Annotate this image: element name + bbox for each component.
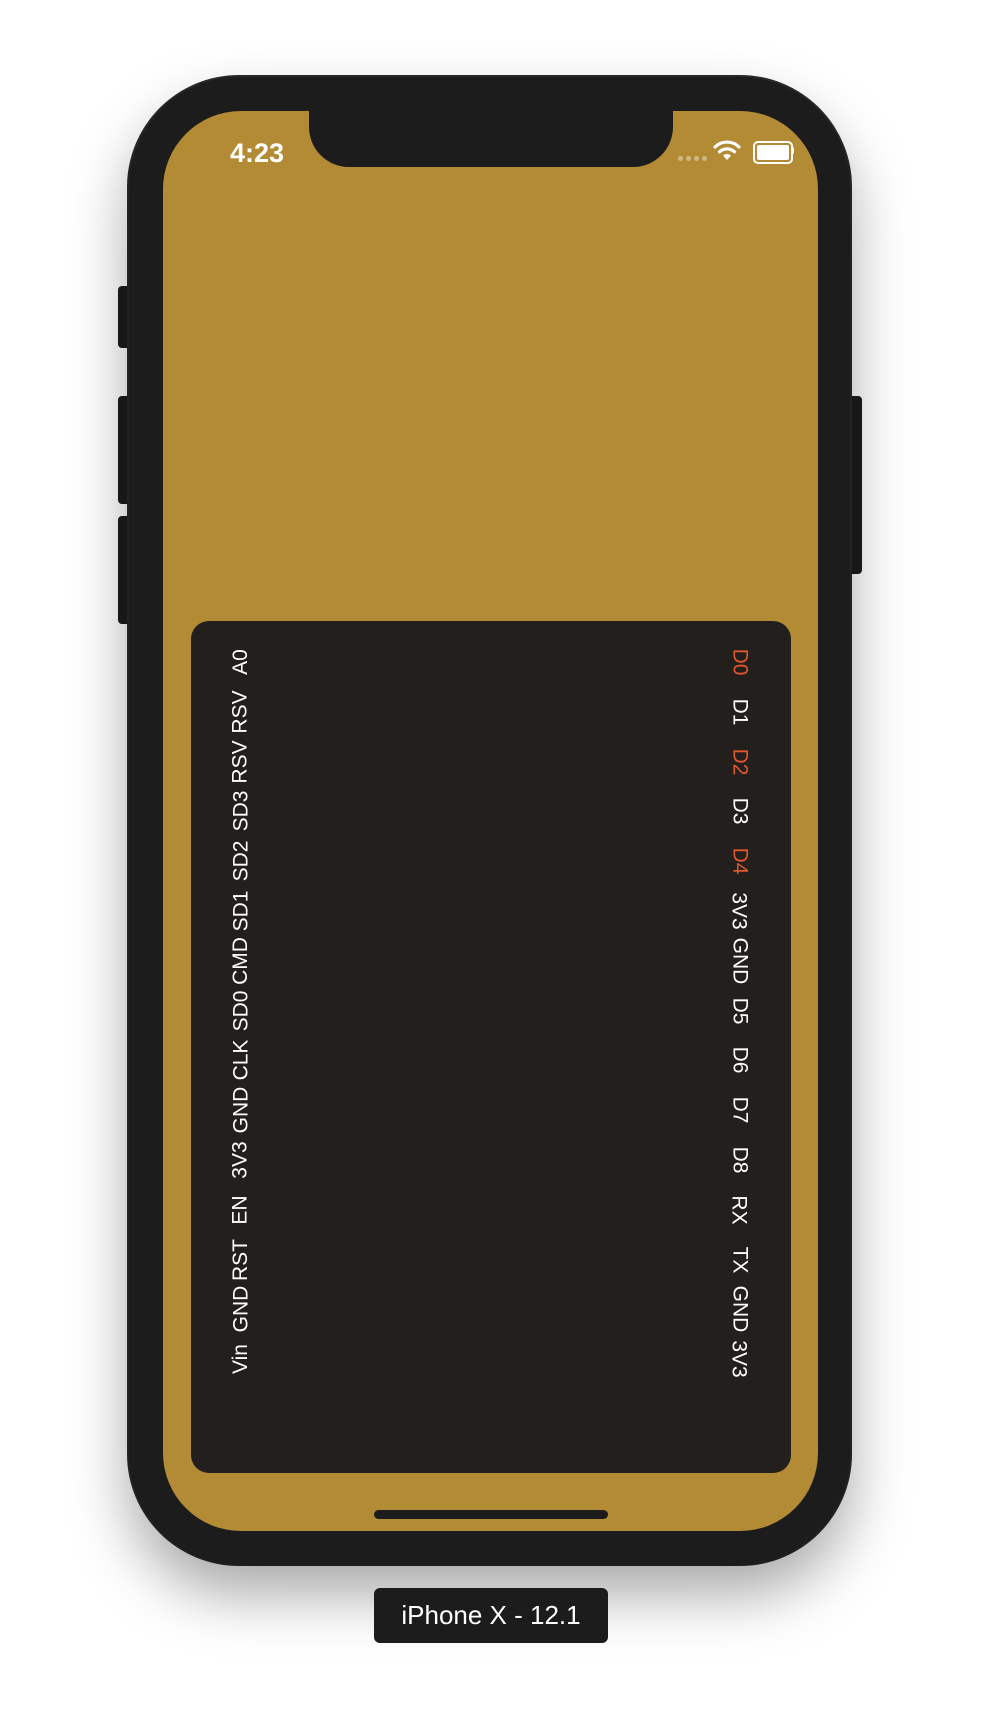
right-pin-header: D0 D1 D2 D3 D4 3V3 GND D5 D6 D7 D8 RX TX GND 3V3 (709, 621, 769, 1473)
right-pin-label: D0 (727, 648, 751, 676)
left-pin[interactable]: CLK (211, 1033, 271, 1087)
simulator-device-label: iPhone X - 12.1 (374, 1588, 608, 1643)
left-pin-label: RSV (229, 740, 252, 784)
right-pin-label: GND (727, 1286, 751, 1333)
notch (309, 111, 673, 167)
left-pin-label: CLK (228, 1039, 252, 1081)
left-pin-label: SD0 (228, 990, 252, 1032)
left-pin-label: SD3 (228, 790, 252, 832)
left-pin-label: RST (229, 1238, 252, 1281)
left-pin[interactable]: GND (211, 1083, 271, 1137)
right-pin-label: D4 (727, 847, 751, 875)
right-pin-label: 3V3 (728, 892, 751, 930)
left-pin-label: 3V3 (229, 1141, 252, 1179)
power-button (848, 396, 862, 574)
left-pin[interactable]: SD0 (211, 984, 271, 1038)
right-pin[interactable]: D8 (709, 1133, 769, 1187)
left-pin[interactable]: SD2 (211, 834, 271, 888)
right-pin[interactable]: D2 (709, 735, 769, 789)
board-panel: A0 RSV RSV SD3 SD2 SD1 CMD SD0 CLK GND 3V3 EN RST GND… (191, 621, 791, 1473)
right-pin[interactable]: TX (709, 1233, 769, 1287)
right-pin-label: D5 (727, 997, 751, 1025)
cellular-signal-icon (678, 156, 707, 161)
left-pin-label: CMD (228, 936, 252, 985)
right-pin[interactable]: D7 (709, 1083, 769, 1137)
right-pin[interactable]: GND (709, 934, 769, 988)
left-pin[interactable]: SD1 (211, 884, 271, 938)
wifi-icon (713, 140, 741, 160)
home-indicator[interactable] (374, 1510, 608, 1519)
battery-full-icon (753, 141, 793, 164)
right-pin-label: D8 (727, 1146, 751, 1174)
right-pin[interactable]: RX (709, 1183, 769, 1237)
left-pin[interactable]: 3V3 (211, 1133, 271, 1187)
right-pin-label: 3V3 (728, 1340, 751, 1378)
right-pin[interactable]: D5 (709, 984, 769, 1038)
right-pin[interactable]: D3 (709, 784, 769, 838)
right-pin[interactable]: D4 (709, 834, 769, 888)
battery-tip (791, 147, 794, 154)
left-pin[interactable]: CMD (211, 934, 271, 988)
left-pin[interactable]: GND (211, 1282, 271, 1336)
status-time: 4:23 (229, 138, 285, 168)
left-pin[interactable]: EN (211, 1183, 271, 1237)
left-pin[interactable]: SD3 (211, 784, 271, 838)
left-pin[interactable]: RST (211, 1233, 271, 1287)
right-pin[interactable]: D1 (709, 685, 769, 739)
right-pin[interactable]: GND (709, 1282, 769, 1336)
left-pin-label: A0 (229, 649, 252, 675)
left-pin-label: GND (228, 1286, 252, 1333)
left-pin[interactable]: A0 (211, 635, 271, 689)
right-pin-label: D7 (727, 1096, 751, 1124)
app-screen: 4:23 A0 RSV RSV SD3 SD2 SD1 CMD SD0 CLK GND 3V3 EN R… (163, 111, 818, 1531)
left-pin-label: RSV (229, 690, 252, 734)
left-pin-label: Vin (228, 1344, 252, 1375)
left-pin-label: SD1 (228, 890, 252, 932)
right-pin[interactable]: 3V3 (709, 884, 769, 938)
right-pin-label: D3 (727, 797, 751, 825)
right-pin-label: TX (728, 1246, 751, 1274)
right-pin-label: RX (728, 1195, 751, 1225)
left-pin-label: EN (229, 1195, 252, 1225)
left-pin-label: SD2 (228, 840, 252, 882)
left-pin[interactable]: RSV (211, 685, 271, 739)
left-pin-header: A0 RSV RSV SD3 SD2 SD1 CMD SD0 CLK GND 3V3 EN RST GND… (211, 621, 271, 1473)
left-pin[interactable]: RSV (211, 735, 271, 789)
right-pin[interactable]: 3V3 (709, 1332, 769, 1386)
right-pin-label: D6 (727, 1046, 751, 1074)
right-pin[interactable]: D6 (709, 1033, 769, 1087)
left-pin[interactable]: Vin (211, 1332, 271, 1386)
right-pin[interactable]: D0 (709, 635, 769, 689)
right-pin-label: D1 (727, 698, 751, 726)
right-pin-label: GND (727, 937, 751, 985)
right-pin-label: D2 (727, 748, 751, 776)
left-pin-label: GND (228, 1086, 252, 1134)
